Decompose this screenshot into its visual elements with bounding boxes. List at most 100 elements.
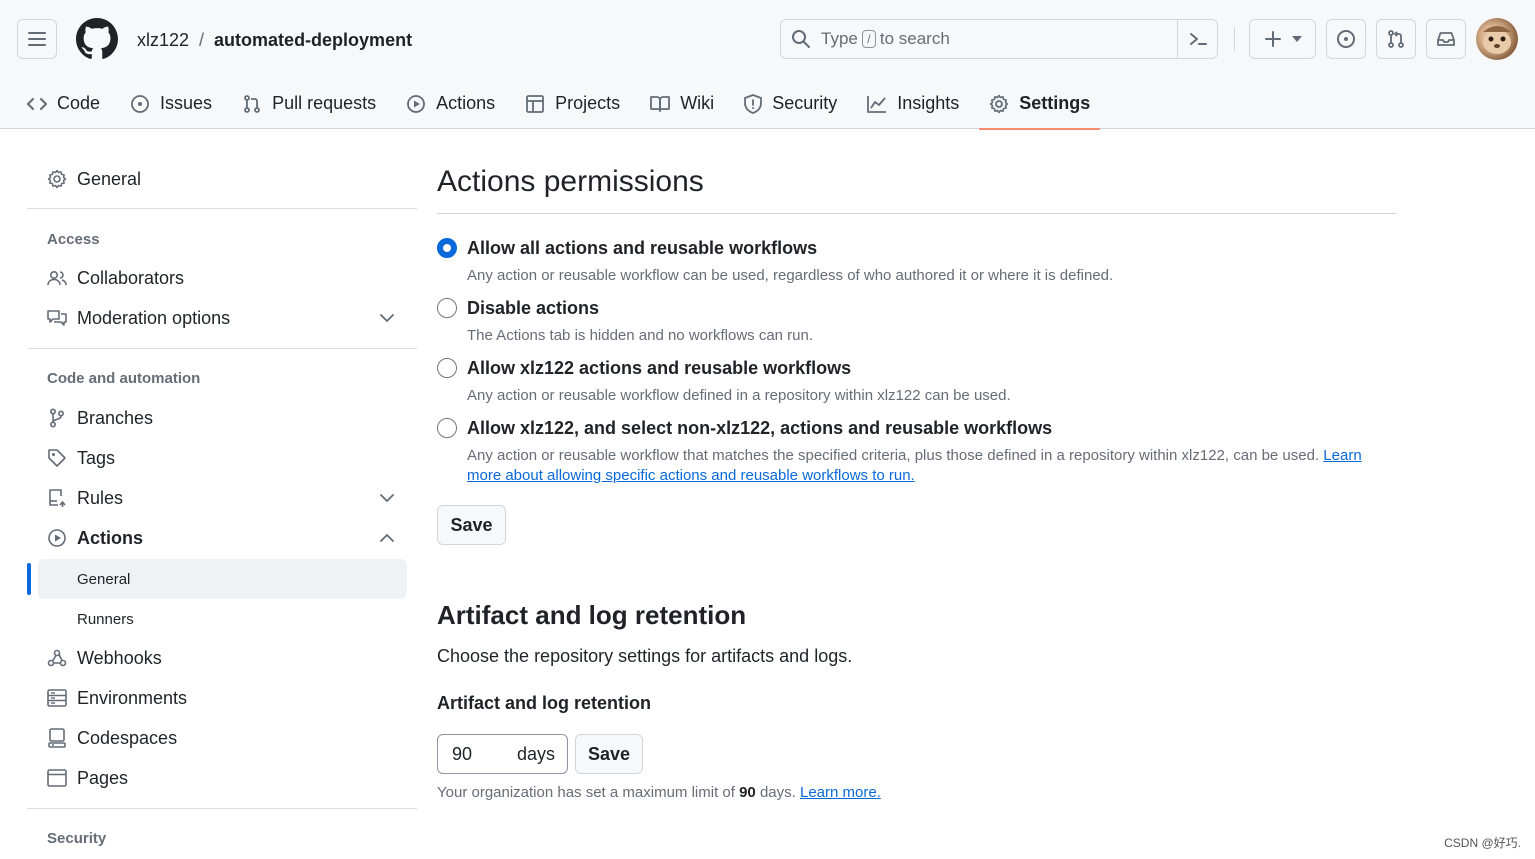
save-permissions-button[interactable]: Save: [437, 505, 506, 545]
tab-security[interactable]: Security: [734, 78, 847, 129]
sidebar-item-pages[interactable]: Pages: [27, 758, 407, 798]
sidebar-subitem-actions-general[interactable]: General: [38, 559, 407, 599]
sidebar-item-label: Rules: [77, 487, 124, 508]
breadcrumb-owner[interactable]: xlz122: [137, 28, 189, 52]
tab-actions[interactable]: Actions: [396, 78, 505, 129]
radio-description: Any action or reusable workflow that mat…: [467, 446, 1397, 486]
code-icon: [27, 97, 47, 110]
sidebar-item-environments[interactable]: Environments: [27, 678, 407, 718]
note-max-days: 90: [739, 784, 756, 801]
search-placeholder: Type / to search: [821, 29, 950, 49]
tab-pull-requests[interactable]: Pull requests: [232, 78, 386, 129]
sidebar-item-moderation[interactable]: Moderation options: [27, 298, 407, 338]
shield-icon: [744, 93, 763, 114]
sidebar-item-branches[interactable]: Branches: [27, 398, 407, 438]
note-prefix: Your organization has set a maximum limi…: [437, 784, 735, 801]
section-title-retention: Artifact and log retention: [437, 600, 747, 630]
play-icon: [407, 94, 426, 113]
play-icon: [47, 528, 67, 548]
sidebar-item-label: General: [77, 570, 131, 588]
sidebar-divider: [27, 208, 417, 209]
sidebar-item-actions[interactable]: Actions: [27, 518, 407, 558]
tab-issues[interactable]: Issues: [120, 78, 222, 129]
radio-owner-actions[interactable]: [437, 358, 457, 378]
permission-option-disable[interactable]: Disable actions: [437, 297, 599, 319]
sidebar-subitem-runners[interactable]: Runners: [38, 599, 407, 639]
sidebar-item-codespaces[interactable]: Codespaces: [27, 718, 407, 758]
sidebar-item-label: General: [77, 168, 142, 189]
permission-option-owner[interactable]: Allow xlz122 actions and reusable workfl…: [437, 357, 851, 379]
codespaces-icon: [47, 728, 67, 748]
learn-more-link[interactable]: Learn more.: [800, 784, 881, 801]
create-new-button[interactable]: [1249, 19, 1316, 59]
radio-description: The Actions tab is hidden and no workflo…: [467, 327, 814, 344]
radio-select-actions[interactable]: [437, 418, 457, 438]
tab-actions-label: Actions: [436, 93, 496, 113]
sidebar-item-label: Codespaces: [77, 727, 178, 748]
chevron-down-icon[interactable]: [377, 308, 397, 328]
permission-option-allow-all[interactable]: Allow all actions and reusable workflows: [437, 237, 817, 259]
header-divider: [1234, 27, 1235, 51]
radio-label[interactable]: Allow xlz122, and select non-xlz122, act…: [467, 417, 1052, 439]
radio-description-text: Any action or reusable workflow that mat…: [467, 447, 1320, 464]
tab-pull-requests-label: Pull requests: [272, 93, 377, 113]
sidebar-item-webhooks[interactable]: Webhooks: [27, 638, 407, 678]
sidebar-item-collaborators[interactable]: Collaborators: [27, 258, 407, 298]
hamburger-icon: [28, 32, 46, 46]
sidebar-item-label: Branches: [77, 407, 154, 428]
radio-label[interactable]: Allow all actions and reusable workflows: [467, 237, 817, 259]
command-palette-button[interactable]: [1177, 20, 1217, 58]
sidebar-item-tags[interactable]: Tags: [27, 438, 407, 478]
sidebar-item-rules[interactable]: Rules: [27, 478, 407, 518]
radio-description: Any action or reusable workflow defined …: [467, 387, 1011, 404]
tab-settings[interactable]: Settings: [979, 78, 1101, 130]
breadcrumb-repo[interactable]: automated-deployment: [214, 28, 412, 52]
page-title: Actions permissions: [437, 165, 704, 198]
radio-label[interactable]: Disable actions: [467, 297, 599, 319]
tag-icon: [47, 448, 67, 468]
tab-wiki[interactable]: Wiki: [640, 78, 724, 129]
search-input[interactable]: Type / to search: [780, 19, 1218, 59]
tab-projects[interactable]: Projects: [515, 78, 630, 129]
sidebar-item-label: Tags: [77, 447, 116, 468]
sidebar-divider: [27, 348, 417, 349]
retention-days-value[interactable]: 90: [452, 744, 472, 765]
issues-button[interactable]: [1326, 19, 1366, 59]
note-suffix: days.: [759, 784, 796, 801]
git-branch-icon: [47, 408, 67, 428]
sidebar-divider: [27, 808, 417, 809]
pull-requests-button[interactable]: [1376, 19, 1416, 59]
menu-button[interactable]: [17, 19, 57, 59]
browser-icon: [47, 769, 67, 787]
gear-icon: [989, 94, 1009, 113]
graph-icon: [867, 95, 887, 113]
user-avatar[interactable]: [1476, 18, 1518, 60]
save-retention-button[interactable]: Save: [575, 734, 643, 774]
sidebar-heading-code-automation: Code and automation: [47, 370, 201, 387]
tab-code-label: Code: [57, 93, 101, 113]
tab-insights-label: Insights: [897, 93, 960, 113]
inbox-button[interactable]: [1426, 19, 1466, 59]
terminal-icon: [1189, 33, 1207, 45]
chevron-down-icon[interactable]: [377, 488, 397, 508]
sidebar-item-label: Moderation options: [77, 307, 231, 328]
sidebar-item-label: Collaborators: [77, 267, 185, 288]
sidebar-item-label: Environments: [77, 687, 188, 708]
search-shortcut-key: /: [861, 30, 876, 48]
sidebar-item-label: Actions: [77, 527, 144, 548]
comment-discussion-icon: [47, 309, 67, 327]
radio-allow-all[interactable]: [437, 238, 457, 258]
sidebar-item-general[interactable]: General: [27, 159, 407, 199]
tab-insights[interactable]: Insights: [857, 78, 969, 129]
github-logo-icon[interactable]: [76, 18, 118, 60]
chevron-up-icon[interactable]: [377, 528, 397, 548]
watermark: CSDN @好巧.: [1444, 836, 1521, 850]
permission-option-select[interactable]: Allow xlz122, and select non-xlz122, act…: [437, 417, 1052, 439]
retention-days-input[interactable]: 90 days: [437, 734, 568, 774]
tab-code[interactable]: Code: [17, 78, 110, 129]
tab-wiki-label: Wiki: [680, 93, 715, 113]
sidebar-item-label: Runners: [77, 610, 134, 628]
radio-disable[interactable]: [437, 298, 457, 318]
radio-label[interactable]: Allow xlz122 actions and reusable workfl…: [467, 357, 851, 379]
retention-note: Your organization has set a maximum limi…: [437, 784, 881, 801]
